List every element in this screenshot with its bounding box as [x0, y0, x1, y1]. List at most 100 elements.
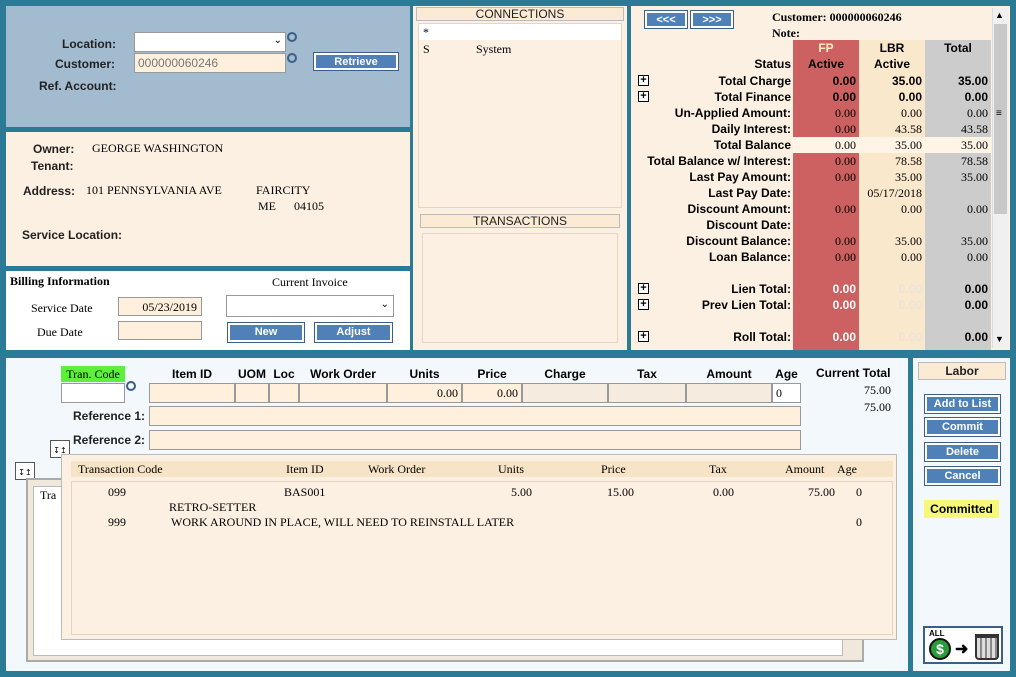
list-item[interactable]: * — [419, 24, 621, 40]
address-label: Address: — [23, 184, 76, 198]
location-label: Location: — [62, 37, 116, 51]
summary-row-label: Roll Total: — [733, 330, 791, 344]
summary-fp-value: 0.00 — [835, 106, 856, 120]
tran-code-field[interactable] — [61, 383, 125, 403]
amount-field[interactable] — [686, 383, 772, 403]
summary-total-value: 35.00 — [957, 74, 988, 88]
table-cell-code: 099 — [108, 485, 126, 499]
address-value: 101 PENNSYLVANIA AVE — [86, 183, 222, 197]
summary-lbr-value: 0.00 — [898, 282, 922, 296]
zip-value: 04105 — [294, 199, 324, 213]
new-button[interactable]: New — [227, 322, 305, 343]
current-total-label: Current Total — [816, 366, 891, 380]
scroll-up-icon[interactable]: ▲ — [995, 10, 1004, 20]
status-label: Status — [754, 57, 791, 71]
service-location-label: Service Location: — [22, 228, 123, 242]
due-date-field[interactable] — [118, 321, 202, 340]
add-to-list-button[interactable]: Add to List — [924, 394, 1001, 414]
connections-list[interactable]: * S System — [418, 23, 622, 208]
labor-title: Labor — [918, 362, 1006, 380]
table-column-header: Price — [601, 462, 626, 476]
reference-1-label: Reference 1: — [73, 409, 146, 423]
entry-column-header: Age — [775, 367, 798, 381]
tran-code-label: Tran. Code — [61, 366, 125, 382]
next-button[interactable]: >>> — [690, 10, 734, 29]
prev-button[interactable]: <<< — [644, 10, 688, 29]
col-header-lbr: LBR — [879, 41, 905, 55]
entry-column-header: UOM — [238, 367, 266, 381]
table-body[interactable]: 099 BAS001 5.00 15.00 0.00 75.00 0 RETRO-SETTER… — [71, 481, 893, 635]
summary-total-value: 0.00 — [967, 250, 988, 264]
summary-lbr-value: 35.00 — [891, 74, 922, 88]
summary-customer: Customer: 000000060246 — [772, 10, 902, 24]
transactions-list[interactable] — [422, 233, 618, 343]
units-field[interactable]: 0.00 — [387, 383, 462, 403]
billing-title: Billing Information — [10, 274, 110, 288]
summary-total-value: 35.00 — [961, 234, 988, 248]
scroll-grip-icon: ≡ — [996, 108, 1002, 119]
adjust-button[interactable]: Adjust — [314, 322, 393, 343]
entry-column-header: Tax — [637, 367, 657, 381]
summary-lbr-value: 0.00 — [901, 250, 922, 264]
current-invoice-label: Current Invoice — [272, 275, 348, 289]
table-cell-tax: 0.00 — [713, 485, 734, 499]
summary-row-label: Lien Total: — [731, 282, 791, 296]
summary-fp-value: 0.00 — [835, 202, 856, 216]
table-cell-age: 0 — [856, 485, 862, 499]
status-badge: Committed — [924, 500, 999, 518]
summary-scrollbar[interactable]: ▲ ≡ ▼ — [992, 8, 1008, 348]
table-column-header: Tax — [709, 462, 727, 476]
summary-lbr-value: 0.00 — [898, 330, 922, 344]
retrieve-button[interactable]: Retrieve — [313, 52, 399, 71]
invoice-select[interactable]: ⌄ — [226, 295, 394, 317]
summary-fp-value: 0.00 — [832, 90, 856, 104]
tax-field[interactable] — [608, 383, 686, 403]
uom-field[interactable] — [235, 383, 269, 403]
connections-title: CONNECTIONS — [416, 7, 624, 21]
item-id-field[interactable] — [149, 383, 235, 403]
clear-all-button[interactable]: ALL $ ➜ — [923, 626, 1003, 664]
cancel-button[interactable]: Cancel — [924, 466, 1001, 486]
table-column-header: Work Order — [368, 462, 426, 476]
reference-2-field[interactable] — [149, 430, 801, 450]
billing-panel: Billing Information Current Invoice Serv… — [6, 271, 410, 350]
summary-lbr-value: 35.00 — [895, 170, 922, 184]
scroll-down-icon[interactable]: ▼ — [995, 334, 1004, 344]
summary-fp-value: 0.00 — [835, 250, 856, 264]
loc-field[interactable] — [269, 383, 299, 403]
summary-row-label: Last Pay Date: — [708, 186, 791, 200]
table-cell-description: RETRO-SETTER — [169, 500, 257, 514]
table-column-header: Amount — [785, 462, 825, 476]
reference-1-field[interactable] — [149, 406, 801, 426]
scroll-thumb[interactable] — [994, 24, 1007, 214]
transactions-title: TRANSACTIONS — [420, 214, 620, 228]
service-date-field[interactable]: 05/23/2019 — [118, 297, 202, 316]
tran-lookup-icon[interactable] — [126, 381, 136, 391]
list-item[interactable]: S System — [419, 41, 621, 57]
state-value: ME — [258, 199, 276, 213]
tenant-label: Tenant: — [31, 159, 74, 173]
entry-column-header: Amount — [706, 367, 752, 381]
tra-label: Tra — [40, 488, 57, 502]
location-select[interactable]: ⌄ — [134, 32, 286, 52]
customer-lookup-icon[interactable] — [287, 53, 297, 63]
summary-row-label: Prev Lien Total: — [701, 298, 791, 312]
summary-row-label: Discount Balance: — [686, 234, 791, 248]
age-field[interactable]: 0 — [772, 383, 801, 403]
summary-total-value: 0.00 — [964, 298, 988, 312]
summary-lbr-value: 35.00 — [895, 138, 922, 152]
summary-total-value: 78.58 — [961, 154, 988, 168]
work-order-field[interactable] — [299, 383, 387, 403]
transactions-table: Transaction Code Item ID Work Order Units Pr… — [61, 454, 897, 640]
summary-fp-value: 0.00 — [832, 330, 856, 344]
connection-code: * — [423, 25, 429, 39]
summary-fp-value: 0.00 — [835, 138, 856, 152]
lookup-icon[interactable] — [287, 32, 297, 42]
price-field[interactable]: 0.00 — [462, 383, 522, 403]
table-cell-item: BAS001 — [284, 485, 326, 499]
commit-button[interactable]: Commit — [924, 417, 1001, 437]
chevron-down-icon: ⌄ — [273, 35, 282, 46]
delete-button[interactable]: Delete — [924, 442, 1001, 462]
charge-field[interactable] — [522, 383, 608, 403]
customer-field[interactable]: 000000060246 — [134, 53, 286, 73]
